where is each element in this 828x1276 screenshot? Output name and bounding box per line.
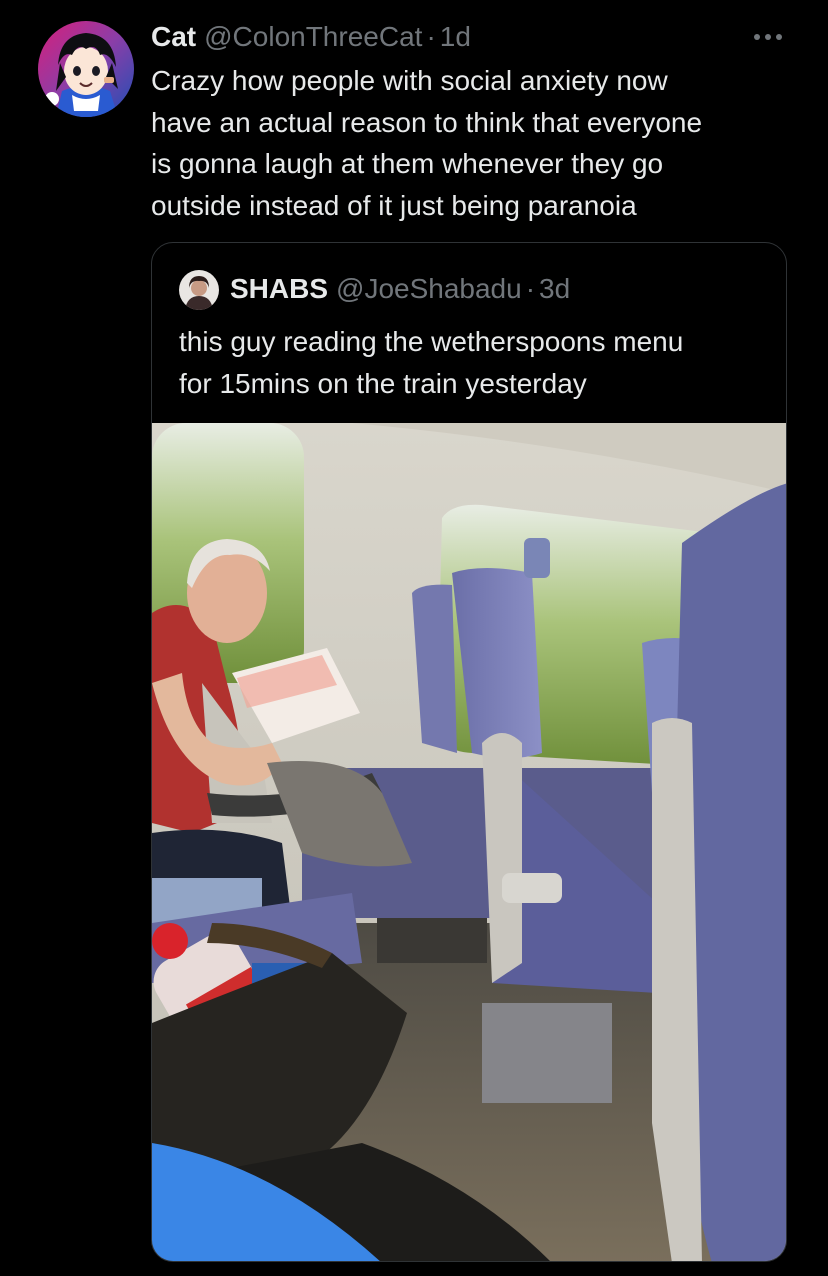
separator-dot: · [525,273,536,304]
more-options-button[interactable] [748,20,788,54]
quoted-author-display-name[interactable]: SHABS [230,273,328,305]
tweet-text: Crazy how people with social anxiety now… [151,65,703,221]
quoted-tweet[interactable]: SHABS @JoeShabadu · 3d this guy reading … [151,242,787,1262]
quoted-tweet-header: SHABS @JoeShabadu · 3d [230,270,570,308]
quoted-tweet-timestamp[interactable]: 3d [539,273,570,305]
tweet-timestamp[interactable]: 1d [440,21,471,53]
quoted-tweet-text: this guy reading the wetherspoons menu f… [179,326,684,399]
author-avatar[interactable] [38,21,134,117]
tweet[interactable]: Cat @ColonThreeCat · 1d Crazy how people… [0,0,828,1276]
quoted-tweet-photo[interactable] [152,423,786,1261]
train-interior-photo [152,423,786,1261]
tweet-header: Cat @ColonThreeCat · 1d [151,19,471,55]
more-horizontal-icon [754,34,782,40]
quoted-author-avatar[interactable] [179,270,219,310]
author-handle[interactable]: @ColonThreeCat [204,21,422,53]
author-display-name[interactable]: Cat [151,21,196,53]
anime-character-avatar-icon [38,21,134,117]
user-avatar-photo-icon [179,270,219,310]
separator-dot: · [426,21,436,52]
quoted-author-handle[interactable]: @JoeShabadu [336,273,522,305]
